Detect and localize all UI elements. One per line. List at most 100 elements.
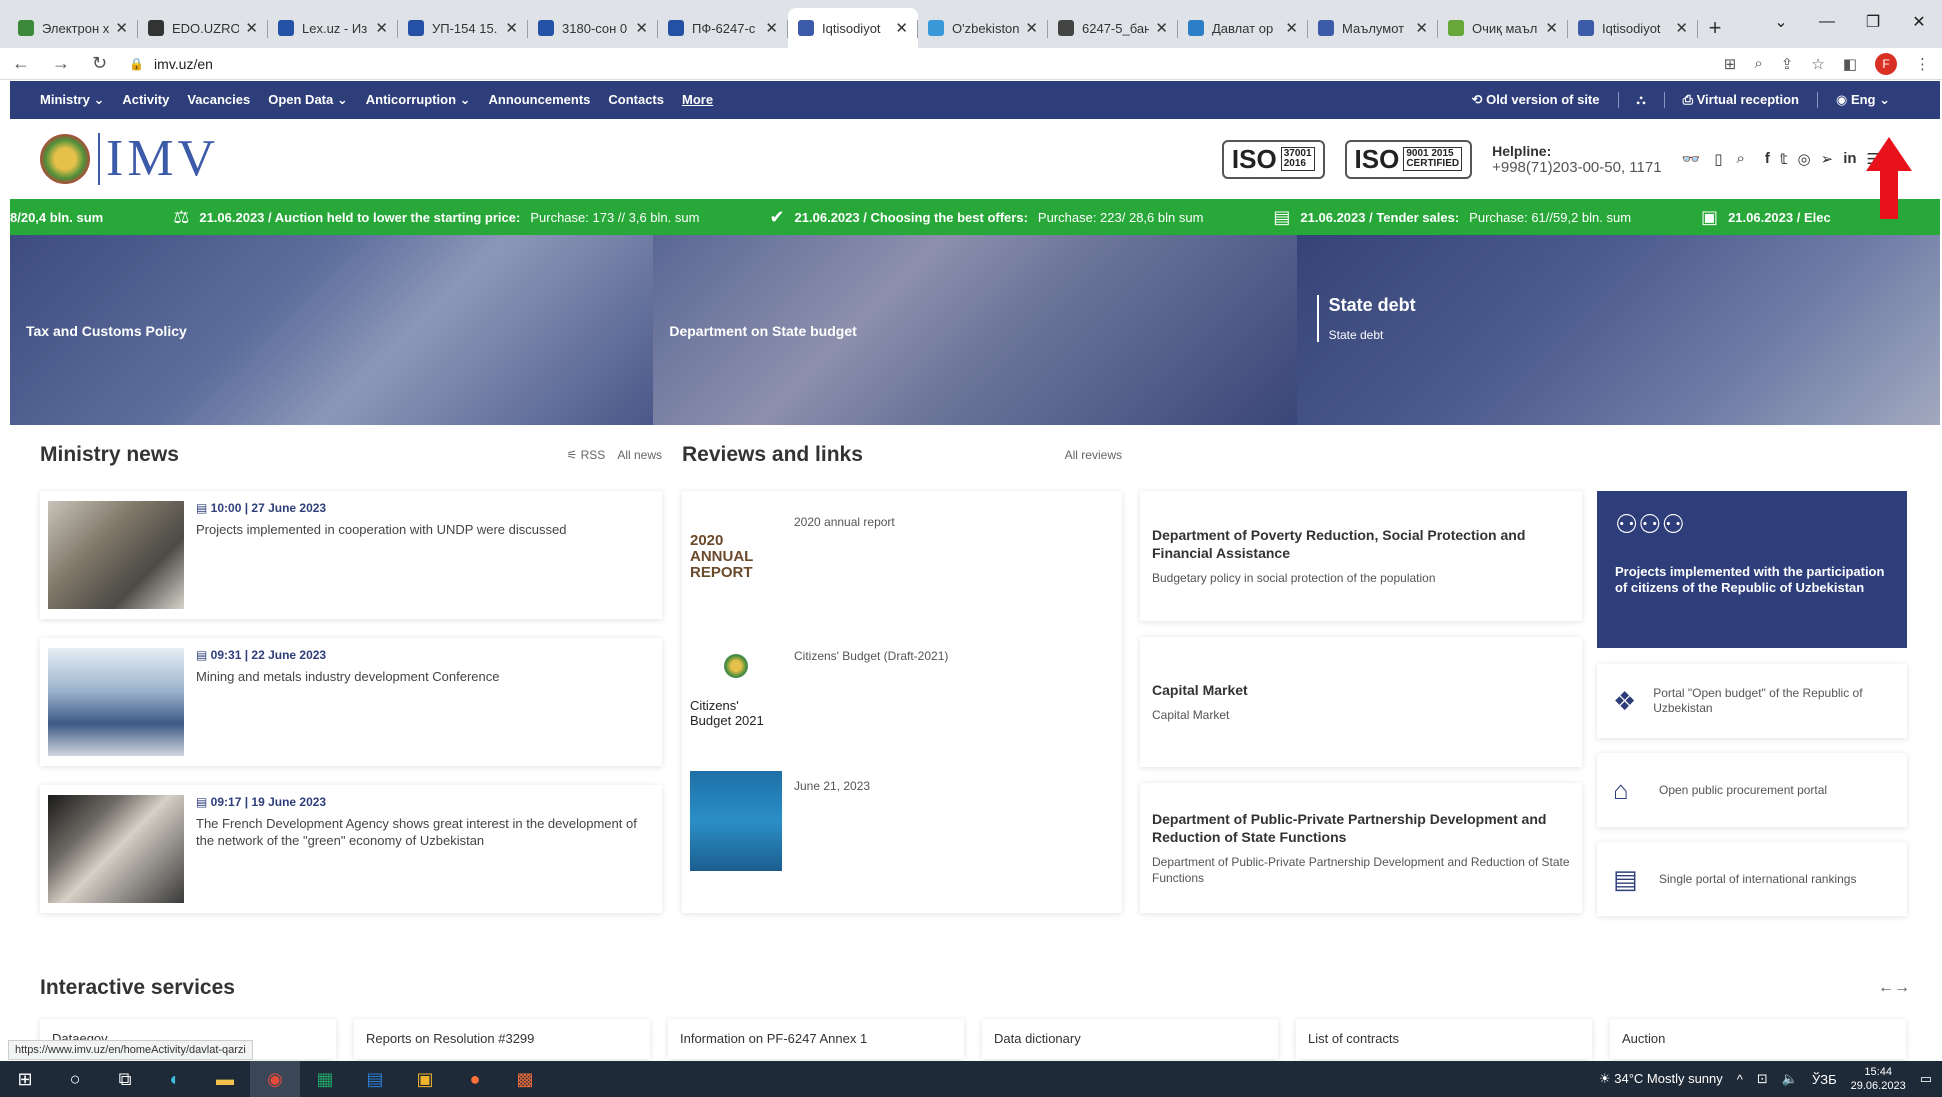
service-card[interactable]: Data dictionary <box>982 1019 1278 1059</box>
side-panel-icon[interactable]: ◧ <box>1843 55 1857 73</box>
keyboard-language[interactable]: ЎЗБ <box>1812 1072 1837 1087</box>
sitemap-icon[interactable]: ⛬ <box>1637 92 1646 108</box>
review-item[interactable]: Citizens' Budget 2021 Citizens' Budget (D… <box>690 641 1110 741</box>
excel-icon[interactable]: ▦ <box>300 1061 350 1097</box>
nav-item[interactable]: Announcements <box>489 92 591 108</box>
instagram-icon[interactable]: ◎ <box>1798 150 1811 168</box>
minimize-button[interactable]: — <box>1804 13 1850 31</box>
task-view-icon[interactable]: ⧉ <box>100 1061 150 1097</box>
twitter-icon[interactable]: 𝕥 <box>1780 150 1788 168</box>
browser-tab[interactable]: Давлат ор ✕ <box>1178 8 1308 48</box>
tab-close-icon[interactable]: ✕ <box>1025 19 1038 37</box>
tab-close-icon[interactable]: ✕ <box>505 19 518 37</box>
facebook-icon[interactable]: f <box>1765 150 1770 168</box>
address-bar[interactable]: 🔒 imv.uz/en <box>129 56 1724 72</box>
tab-close-icon[interactable]: ✕ <box>245 19 258 37</box>
telegram-icon[interactable]: ➢ <box>1821 150 1834 168</box>
forward-button[interactable]: → <box>52 53 70 74</box>
news-title[interactable]: The French Development Agency shows grea… <box>196 815 654 849</box>
tray-chevron-icon[interactable]: ^ <box>1737 1072 1743 1087</box>
services-scroll-arrows[interactable]: ←→ <box>1878 979 1910 997</box>
tab-close-icon[interactable]: ✕ <box>1415 19 1428 37</box>
search-icon[interactable]: ⌕ <box>1737 150 1745 168</box>
tab-close-icon[interactable]: ✕ <box>635 19 648 37</box>
linkedin-icon[interactable]: in <box>1843 150 1856 168</box>
service-card[interactable]: Reports on Resolution #3299 <box>354 1019 650 1059</box>
news-title[interactable]: Mining and metals industry development C… <box>196 668 500 685</box>
browser-tab[interactable]: 3180-сон 0 ✕ <box>528 8 658 48</box>
all-reviews-link[interactable]: All reviews <box>1065 448 1122 462</box>
tab-close-icon[interactable]: ✕ <box>115 19 128 37</box>
citizen-projects-card[interactable]: ⚇⚇⚇ Projects implemented with the partic… <box>1597 491 1907 648</box>
browser-tab[interactable]: Маълумот ✕ <box>1308 8 1438 48</box>
department-banner[interactable]: Tax and Customs Policy <box>10 235 654 425</box>
edge-icon[interactable]: ◐ <box>150 1061 200 1097</box>
virtual-reception-link[interactable]: ⎙ Virtual reception <box>1683 92 1799 108</box>
new-tab-button[interactable]: + <box>1698 8 1732 48</box>
tab-close-icon[interactable]: ✕ <box>1155 19 1168 37</box>
share-icon[interactable]: ⇪ <box>1781 55 1794 73</box>
service-card[interactable]: Information on PF-6247 Annex 1 <box>668 1019 964 1059</box>
search-circle-icon[interactable]: ○ <box>50 1061 100 1097</box>
portal-link[interactable]: ⌂ Open public procurement portal <box>1597 753 1907 827</box>
department-card[interactable]: Department of Poverty Reduction, Social … <box>1140 491 1582 621</box>
nav-more[interactable]: More <box>682 92 713 108</box>
browser-tab[interactable]: Электрон ху ✕ <box>8 8 138 48</box>
nav-item[interactable]: Open Data ⌄ <box>268 92 348 108</box>
browser-tab[interactable]: Lex.uz - Из ✕ <box>268 8 398 48</box>
back-button[interactable]: ← <box>12 53 30 74</box>
bookmark-star-icon[interactable]: ☆ <box>1811 55 1824 73</box>
volume-icon[interactable]: 🔈 <box>1782 1071 1798 1087</box>
review-item[interactable]: June 21, 2023 <box>690 771 1110 871</box>
nav-item[interactable]: Activity <box>122 92 169 108</box>
weather-widget[interactable]: ☀ 34°C Mostly sunny <box>1599 1071 1723 1087</box>
old-version-link[interactable]: ⟲ Old version of site <box>1472 92 1600 108</box>
firefox-icon[interactable]: ● <box>450 1061 500 1097</box>
rss-link[interactable]: ⚟ RSS <box>567 448 606 462</box>
tab-close-icon[interactable]: ✕ <box>375 19 388 37</box>
browser-tab[interactable]: Iqtisodiyot ✕ <box>1568 8 1698 48</box>
news-card[interactable]: ▤ 10:00 | 27 June 2023 Projects implement… <box>40 491 662 619</box>
department-card[interactable]: Department of Public-Private Partnership… <box>1140 783 1582 913</box>
start-button-icon[interactable]: ⊞ <box>0 1061 50 1097</box>
browser-tab[interactable]: УП-154 15. ✕ <box>398 8 528 48</box>
browser-tab[interactable]: ПФ-6247-с ✕ <box>658 8 788 48</box>
language-select[interactable]: ◉ Eng ⌄ <box>1836 92 1890 108</box>
profile-avatar[interactable]: F <box>1875 52 1897 75</box>
browser-tab[interactable]: Очиқ маъл ✕ <box>1438 8 1568 48</box>
app-grid-icon[interactable]: ▩ <box>500 1061 550 1097</box>
clock[interactable]: 15:44 29.06.2023 <box>1851 1065 1906 1093</box>
word-icon[interactable]: ▤ <box>350 1061 400 1097</box>
tab-close-icon[interactable]: ✕ <box>1675 19 1688 37</box>
nav-item[interactable]: Anticorruption ⌄ <box>366 92 471 108</box>
reload-button[interactable]: ↻ <box>92 53 107 74</box>
news-card[interactable]: ▤ 09:17 | 19 June 2023 The French Develop… <box>40 785 662 913</box>
browser-tab[interactable]: Iqtisodiyot ✕ <box>788 8 918 48</box>
notifications-icon[interactable]: ▭ <box>1920 1071 1932 1087</box>
department-banner[interactable]: Department on State budget <box>653 235 1297 425</box>
service-card[interactable]: List of contracts <box>1296 1019 1592 1059</box>
department-banner[interactable]: State debt State debt <box>1296 235 1940 425</box>
browser-tab[interactable]: O'zbekiston ✕ <box>918 8 1048 48</box>
tab-close-icon[interactable]: ✕ <box>765 19 778 37</box>
tab-close-icon[interactable]: ✕ <box>1285 19 1298 37</box>
zoom-icon[interactable]: ⌕ <box>1754 55 1762 72</box>
mobile-icon[interactable]: ▯ <box>1714 150 1722 168</box>
tab-close-icon[interactable]: ✕ <box>895 19 908 37</box>
browser-menu-icon[interactable]: ⋮ <box>1915 55 1930 73</box>
news-card[interactable]: ▤ 09:31 | 22 June 2023 Mining and metals … <box>40 638 662 766</box>
site-logo[interactable]: IMV <box>40 133 219 185</box>
review-item[interactable]: 2020 ANNUAL REPORT 2020 annual report <box>690 507 1110 607</box>
browser-tab[interactable]: EDO.UZRO.U ✕ <box>138 8 268 48</box>
nav-item[interactable]: Vacancies <box>187 92 250 108</box>
news-title[interactable]: Projects implemented in cooperation with… <box>196 521 566 538</box>
chrome-icon[interactable]: ◉ <box>250 1061 300 1097</box>
nav-item[interactable]: Ministry ⌄ <box>40 92 104 108</box>
network-icon[interactable]: ⊡ <box>1757 1071 1768 1087</box>
nav-item[interactable]: Contacts <box>608 92 664 108</box>
translate-icon[interactable]: ⊞ <box>1724 55 1737 73</box>
sticky-app-icon[interactable]: ▣ <box>400 1061 450 1097</box>
department-card[interactable]: Capital Market Capital Market <box>1140 637 1582 767</box>
portal-link[interactable]: ❖ Portal "Open budget" of the Republic of… <box>1597 664 1907 738</box>
browser-tab[interactable]: 6247-5_бан ✕ <box>1048 8 1178 48</box>
